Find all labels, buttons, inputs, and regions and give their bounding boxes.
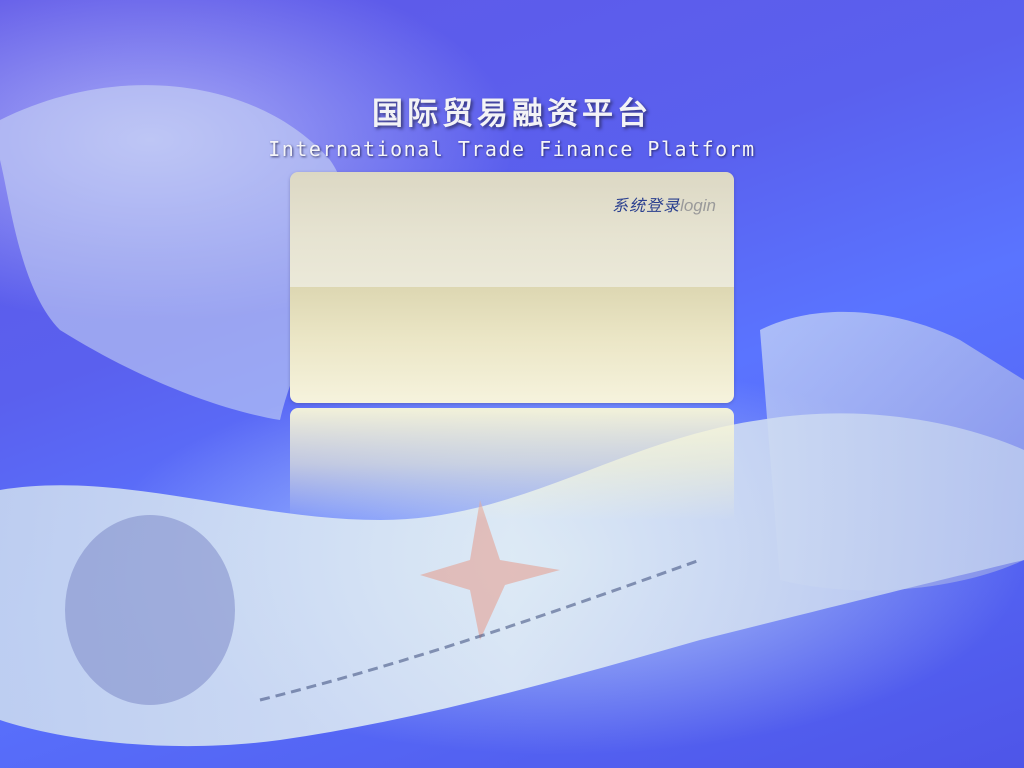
login-panel: 系统登录login bbox=[290, 172, 734, 403]
page-title-cn: 国际贸易融资平台 bbox=[372, 96, 652, 132]
login-panel-bottom bbox=[290, 287, 734, 403]
login-heading-en: login bbox=[680, 196, 716, 215]
login-panel-top bbox=[290, 172, 734, 287]
login-heading-cn: 系统登录 bbox=[612, 196, 681, 215]
page-title-en: International Trade Finance Platform bbox=[268, 137, 756, 161]
login-panel-reflection bbox=[290, 408, 734, 520]
login-heading: 系统登录login bbox=[612, 192, 716, 216]
